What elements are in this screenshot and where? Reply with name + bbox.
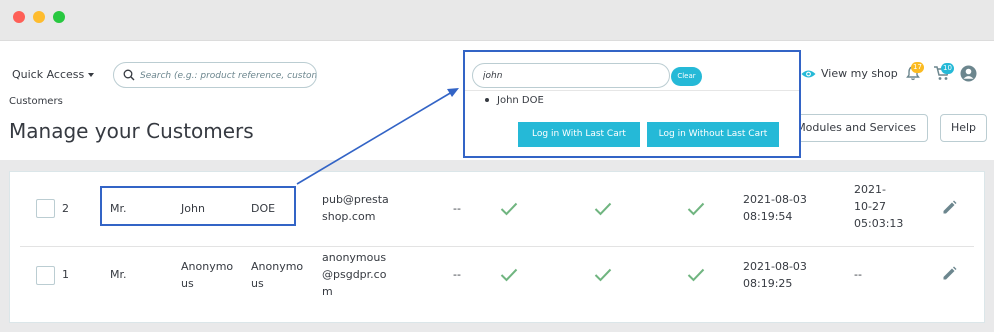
check-icon bbox=[594, 202, 612, 216]
check-icon bbox=[687, 268, 705, 282]
page-title: Manage your Customers bbox=[9, 119, 254, 143]
login-with-last-cart-button[interactable]: Log in With Last Cart bbox=[518, 122, 640, 147]
customer-first-name: Anonymo us bbox=[181, 260, 234, 290]
pencil-icon[interactable] bbox=[942, 266, 957, 281]
search-result-item[interactable]: John DOE bbox=[485, 95, 544, 106]
customer-last-visit: 2021- 10-27 05:03:13 bbox=[854, 183, 904, 230]
customer-registration: 2021-08-03 08:19:25 bbox=[743, 260, 807, 290]
customer-company: -- bbox=[453, 268, 461, 281]
minimize-window-button[interactable] bbox=[33, 11, 45, 23]
view-my-shop-link[interactable]: View my shop bbox=[801, 67, 898, 80]
search-result-label: John DOE bbox=[497, 95, 544, 106]
customer-last-name: Anonymo us bbox=[251, 260, 304, 290]
check-icon bbox=[594, 268, 612, 282]
admin-search-input[interactable] bbox=[140, 67, 316, 84]
quick-access-label: Quick Access bbox=[12, 68, 85, 81]
orders-badge: 10 bbox=[941, 63, 954, 74]
help-button[interactable]: Help bbox=[940, 114, 987, 142]
customer-email: pub@presta shop.com bbox=[322, 193, 389, 223]
clear-button[interactable]: Clear bbox=[671, 67, 702, 86]
customer-registration: 2021-08-03 08:19:54 bbox=[743, 193, 807, 223]
customer-company: -- bbox=[453, 202, 461, 215]
customer-login-popup: Clear John DOE Log in With Last Cart Log… bbox=[463, 50, 801, 158]
check-icon bbox=[500, 268, 518, 282]
divider bbox=[465, 90, 799, 91]
window-titlebar bbox=[0, 0, 994, 41]
customer-title: Mr. bbox=[110, 268, 127, 281]
row-checkbox[interactable] bbox=[36, 266, 55, 285]
customer-id: 2 bbox=[62, 202, 69, 215]
bullet-icon bbox=[485, 98, 489, 102]
customer-search-input[interactable] bbox=[472, 63, 670, 88]
highlighted-customer-name bbox=[100, 186, 296, 226]
row-checkbox[interactable] bbox=[36, 199, 55, 218]
table-row: 1 Mr. Anonymo us Anonymo us anonymous @psgd… bbox=[20, 247, 974, 322]
login-without-last-cart-button[interactable]: Log in Without Last Cart bbox=[647, 122, 779, 147]
view-my-shop-label: View my shop bbox=[821, 67, 898, 80]
customer-email: anonymous @psgdpr.co m bbox=[322, 251, 387, 298]
customer-id: 1 bbox=[62, 268, 69, 281]
close-window-button[interactable] bbox=[13, 11, 25, 23]
search-icon bbox=[123, 69, 135, 81]
user-icon[interactable] bbox=[960, 65, 977, 82]
notifications-badge: 17 bbox=[911, 62, 924, 73]
check-icon bbox=[687, 202, 705, 216]
eye-icon bbox=[801, 70, 816, 77]
modules-services-button[interactable]: Modules and Services bbox=[788, 114, 928, 142]
customer-last-visit: -- bbox=[854, 268, 862, 281]
quick-access-dropdown[interactable]: Quick Access bbox=[12, 68, 95, 81]
pencil-icon[interactable] bbox=[942, 200, 957, 215]
caret-down-icon bbox=[88, 73, 95, 77]
breadcrumb[interactable]: Customers bbox=[9, 96, 63, 107]
admin-search-box[interactable] bbox=[113, 62, 317, 88]
check-icon bbox=[500, 202, 518, 216]
maximize-window-button[interactable] bbox=[53, 11, 65, 23]
